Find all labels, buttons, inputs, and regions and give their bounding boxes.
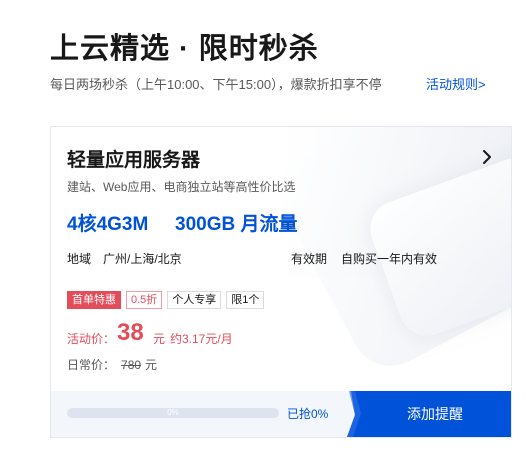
price-value: 38 [117,319,144,346]
tag-discount: 0.5折 [126,291,163,309]
page-title: 上云精选 · 限时秒杀 [50,33,319,65]
tag-limit: 限1个 [226,291,265,309]
original-price-value: 780 [121,358,142,372]
original-price: 日常价： 780 元 [67,356,157,373]
product-spec: 4核4G3M [67,214,149,235]
add-reminder-button[interactable]: 添加提醒 [347,391,511,437]
product-name[interactable]: 轻量应用服务器 [67,145,200,172]
tag-first-order: 首单特惠 [67,291,121,309]
flash-sale-schedule: 每日两场秒杀（上午10:00、下午15:00），爆款折扣享不停 [50,77,382,92]
price-label: 活动价： [67,332,116,346]
product-card: 轻量应用服务器 建站、Web应用、电商独立站等高性价比选 4核4G3M 300G… [50,126,512,438]
validity-value: 自购买一年内有效 [341,252,438,266]
activity-rules-link[interactable]: 活动规则> [426,74,486,93]
original-price-unit: 元 [145,358,158,372]
sales-progress-text: 0% [167,408,179,417]
price-monthly: 约3.17元/月 [170,332,233,346]
tag-personal: 个人专享 [167,291,222,309]
region-label: 地域 [67,252,92,266]
sales-progress-bar: 0% [67,408,279,418]
card-footer: 0% 已抢0% 添加提醒 [51,391,511,437]
original-price-label: 日常价： [67,358,116,372]
promo-tags: 首单特惠 0.5折 个人专享 限1个 [67,291,265,309]
chevron-right-icon[interactable] [479,149,495,165]
region-value: 广州/上海/北京 [103,252,182,266]
price-unit: 元 [153,332,166,346]
monthly-traffic: 300GB 月流量 [175,214,298,235]
grabbed-percent: 已抢0% [287,407,329,421]
add-reminder-label: 添加提醒 [407,406,463,422]
validity-label: 有效期 [291,252,328,266]
product-description: 建站、Web应用、电商独立站等高性价比选 [67,180,296,194]
